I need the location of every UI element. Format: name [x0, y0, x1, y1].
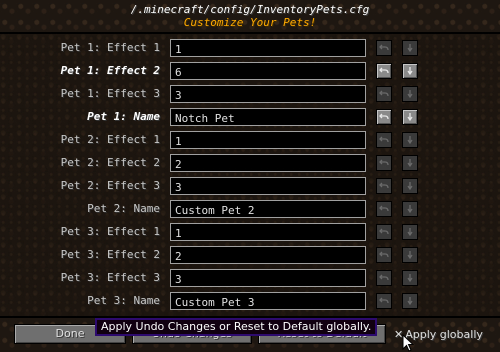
config-row: Pet 1: Name Notch Pet: [0, 107, 500, 129]
row-undo-button[interactable]: [376, 224, 392, 240]
config-row-label: Pet 3: Name: [87, 294, 160, 307]
reset-arrow-icon: [407, 205, 413, 214]
mouse-cursor-icon: [402, 334, 414, 352]
config-value-field[interactable]: Custom Pet 2: [170, 200, 366, 218]
row-undo-button[interactable]: [376, 109, 392, 125]
config-row-label: Pet 1: Effect 1: [60, 41, 160, 54]
row-reset-button[interactable]: [402, 109, 418, 125]
config-value-field[interactable]: 6: [170, 62, 366, 80]
config-row-label: Pet 3: Effect 1: [60, 225, 160, 238]
apply-globally-label: Apply globally: [405, 328, 483, 341]
config-row: Pet 2: Name Custom Pet 2: [0, 199, 500, 221]
config-row-label: Pet 1: Effect 3: [60, 87, 160, 100]
row-reset-button[interactable]: [402, 224, 418, 240]
undo-arrow-icon: [379, 251, 389, 258]
config-row: Pet 3: Effect 1 1: [0, 222, 500, 244]
config-value-field[interactable]: 1: [170, 223, 366, 241]
row-undo-button[interactable]: [376, 270, 392, 286]
undo-arrow-icon: [379, 113, 389, 120]
reset-arrow-icon: [407, 44, 413, 53]
config-value-field[interactable]: Notch Pet: [170, 108, 366, 126]
config-row-label: Pet 2: Effect 2: [60, 156, 160, 169]
row-reset-button[interactable]: [402, 40, 418, 56]
tooltip: Apply Undo Changes or Reset to Default g…: [95, 318, 378, 336]
config-row-label: Pet 3: Effect 2: [60, 248, 160, 261]
config-value-field[interactable]: 3: [170, 177, 366, 195]
reset-arrow-icon: [407, 251, 413, 260]
row-undo-button[interactable]: [376, 178, 392, 194]
undo-arrow-icon: [379, 205, 389, 212]
row-undo-button[interactable]: [376, 155, 392, 171]
reset-arrow-icon: [407, 113, 413, 122]
config-row: Pet 2: Effect 1 1: [0, 130, 500, 152]
config-value-field[interactable]: Custom Pet 3: [170, 292, 366, 310]
undo-arrow-icon: [379, 159, 389, 166]
config-value-field[interactable]: 3: [170, 269, 366, 287]
row-undo-button[interactable]: [376, 293, 392, 309]
row-undo-button[interactable]: [376, 63, 392, 79]
page-subtitle: Customize Your Pets!: [183, 16, 317, 29]
row-reset-button[interactable]: [402, 155, 418, 171]
row-reset-button[interactable]: [402, 247, 418, 263]
row-reset-button[interactable]: [402, 270, 418, 286]
config-value-field[interactable]: 2: [170, 154, 366, 172]
row-undo-button[interactable]: [376, 201, 392, 217]
reset-arrow-icon: [407, 90, 413, 99]
config-row-label: Pet 2: Effect 3: [60, 179, 160, 192]
config-row: Pet 3: Effect 3 3: [0, 268, 500, 290]
row-reset-button[interactable]: [402, 86, 418, 102]
reset-arrow-icon: [407, 159, 413, 168]
config-value-field[interactable]: 3: [170, 85, 366, 103]
config-value-field[interactable]: 1: [170, 131, 366, 149]
undo-arrow-icon: [379, 274, 389, 281]
config-row: Pet 3: Name Custom Pet 3: [0, 291, 500, 313]
reset-arrow-icon: [407, 228, 413, 237]
config-row-label: Pet 2: Name: [87, 202, 160, 215]
undo-arrow-icon: [379, 67, 389, 74]
reset-arrow-icon: [407, 182, 413, 191]
config-row: Pet 1: Effect 2 6: [0, 61, 500, 83]
row-reset-button[interactable]: [402, 178, 418, 194]
row-reset-button[interactable]: [402, 63, 418, 79]
row-undo-button[interactable]: [376, 40, 392, 56]
config-row: Pet 1: Effect 3 3: [0, 84, 500, 106]
row-undo-button[interactable]: [376, 86, 392, 102]
reset-arrow-icon: [407, 136, 413, 145]
config-row: Pet 1: Effect 1 1: [0, 38, 500, 60]
row-undo-button[interactable]: [376, 247, 392, 263]
row-reset-button[interactable]: [402, 132, 418, 148]
config-path: /.minecraft/config/InventoryPets.cfg: [130, 3, 370, 16]
config-row-label: Pet 1: Name: [87, 110, 160, 123]
reset-arrow-icon: [407, 274, 413, 283]
config-row: Pet 2: Effect 3 3: [0, 176, 500, 198]
undo-arrow-icon: [379, 90, 389, 97]
config-value-field[interactable]: 1: [170, 39, 366, 57]
config-row-label: Pet 2: Effect 1: [60, 133, 160, 146]
undo-arrow-icon: [379, 297, 389, 304]
undo-arrow-icon: [379, 136, 389, 143]
reset-arrow-icon: [407, 67, 413, 76]
config-row: Pet 3: Effect 2 2: [0, 245, 500, 267]
undo-arrow-icon: [379, 44, 389, 51]
config-row-label: Pet 1: Effect 2: [60, 64, 160, 77]
undo-arrow-icon: [379, 182, 389, 189]
row-reset-button[interactable]: [402, 201, 418, 217]
config-list[interactable]: Pet 1: Effect 1 1 Pet 1: Effect 2 6 Pet 1: E…: [0, 34, 500, 316]
reset-arrow-icon: [407, 297, 413, 306]
row-reset-button[interactable]: [402, 293, 418, 309]
row-undo-button[interactable]: [376, 132, 392, 148]
config-value-field[interactable]: 2: [170, 246, 366, 264]
header: /.minecraft/config/InventoryPets.cfg Cus…: [0, 0, 500, 34]
undo-arrow-icon: [379, 228, 389, 235]
config-row-label: Pet 3: Effect 3: [60, 271, 160, 284]
config-row: Pet 2: Effect 2 2: [0, 153, 500, 175]
